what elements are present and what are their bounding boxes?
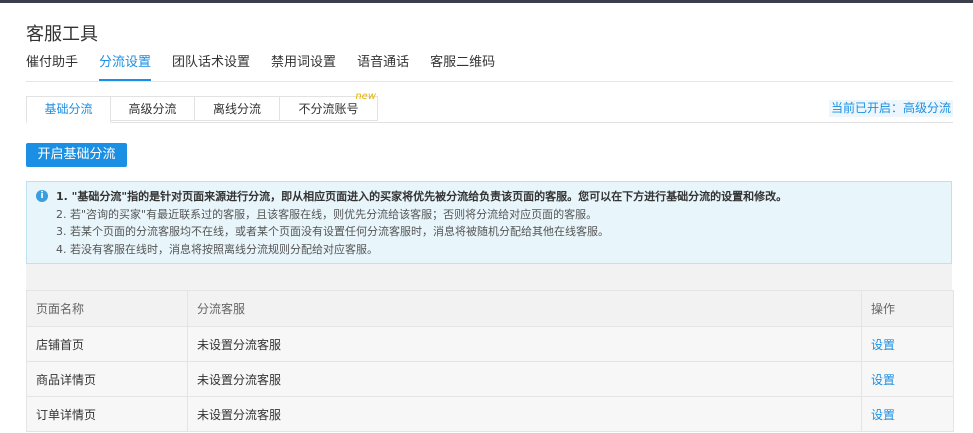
table-row: 订单详情页 未设置分流客服 设置 xyxy=(26,396,954,432)
page-name-cell: 订单详情页 xyxy=(26,396,188,432)
subtab-offline-routing[interactable]: 离线分流 xyxy=(194,96,280,121)
action-cell: 设置 xyxy=(861,326,954,362)
tab-banned-words[interactable]: 禁用词设置 xyxy=(271,54,336,80)
tab-payment-reminder[interactable]: 催付助手 xyxy=(26,54,78,80)
column-header: 分流客服 xyxy=(187,290,862,327)
subtab-basic-routing[interactable]: 基础分流 xyxy=(26,96,111,123)
status-text: 当前已开启：高级分流 xyxy=(828,100,953,117)
settings-link[interactable]: 设置 xyxy=(871,338,895,352)
main-tab-bar: 催付助手 分流设置 团队话术设置 禁用词设置 语音通话 客服二维码 xyxy=(26,54,953,82)
subtab-no-routing-accounts[interactable]: 不分流账号 new xyxy=(279,92,378,121)
top-bar xyxy=(0,0,973,3)
info-line: 1. "基础分流"指的是针对页面来源进行分流，即从相应页面进入的买家将优先被分流… xyxy=(56,190,788,203)
routing-table: 页面名称 分流客服 操作 店铺首页 未设置分流客服 设置 商品详情页 未设置分流… xyxy=(26,290,954,432)
table-row: 店铺首页 未设置分流客服 设置 xyxy=(26,326,954,362)
page-name-cell: 商品详情页 xyxy=(26,361,188,397)
settings-link[interactable]: 设置 xyxy=(871,373,895,387)
info-line: 3. 若某个页面的分流客服均不在线，或者某个页面没有设置任何分流客服时，消息将被… xyxy=(56,225,609,238)
settings-link[interactable]: 设置 xyxy=(871,408,895,422)
column-header: 页面名称 xyxy=(26,290,188,327)
subtab-label: 不分流账号 xyxy=(298,102,359,116)
column-header: 操作 xyxy=(861,290,954,327)
subtab-advanced-routing[interactable]: 高级分流 xyxy=(110,96,195,121)
sub-tab-bar: 基础分流 高级分流 离线分流 不分流账号 new 当前已开启：高级分流 xyxy=(26,92,953,123)
agent-cell: 未设置分流客服 xyxy=(187,361,862,397)
tab-voice-call[interactable]: 语音通话 xyxy=(357,54,409,80)
agent-cell: 未设置分流客服 xyxy=(187,326,862,362)
info-line: 2. 若"咨询的买家"有最近联系过的客服，且该客服在线，则优先分流给该客服；否则… xyxy=(56,207,598,221)
enable-basic-routing-button[interactable]: 开启基础分流 xyxy=(26,143,127,167)
table-row: 商品详情页 未设置分流客服 设置 xyxy=(26,361,954,397)
page-title: 客服工具 xyxy=(26,24,98,45)
table-header-row: 页面名称 分流客服 操作 xyxy=(26,290,954,327)
page-name-cell: 店铺首页 xyxy=(26,326,188,362)
new-badge: new xyxy=(355,91,376,102)
table-toolbar-gap xyxy=(26,264,952,290)
info-icon: i xyxy=(36,190,48,202)
action-cell: 设置 xyxy=(861,396,954,432)
tab-routing-settings[interactable]: 分流设置 xyxy=(99,54,152,81)
action-cell: 设置 xyxy=(861,361,954,397)
info-line: 4. 若没有客服在线时，消息将按照离线分流规则分配给对应客服。 xyxy=(56,242,378,256)
tab-service-qrcode[interactable]: 客服二维码 xyxy=(430,54,495,80)
tab-team-scripts[interactable]: 团队话术设置 xyxy=(172,54,250,80)
info-panel: i 1. "基础分流"指的是针对页面来源进行分流，即从相应页面进入的买家将优先被… xyxy=(26,181,952,264)
agent-cell: 未设置分流客服 xyxy=(187,396,862,432)
